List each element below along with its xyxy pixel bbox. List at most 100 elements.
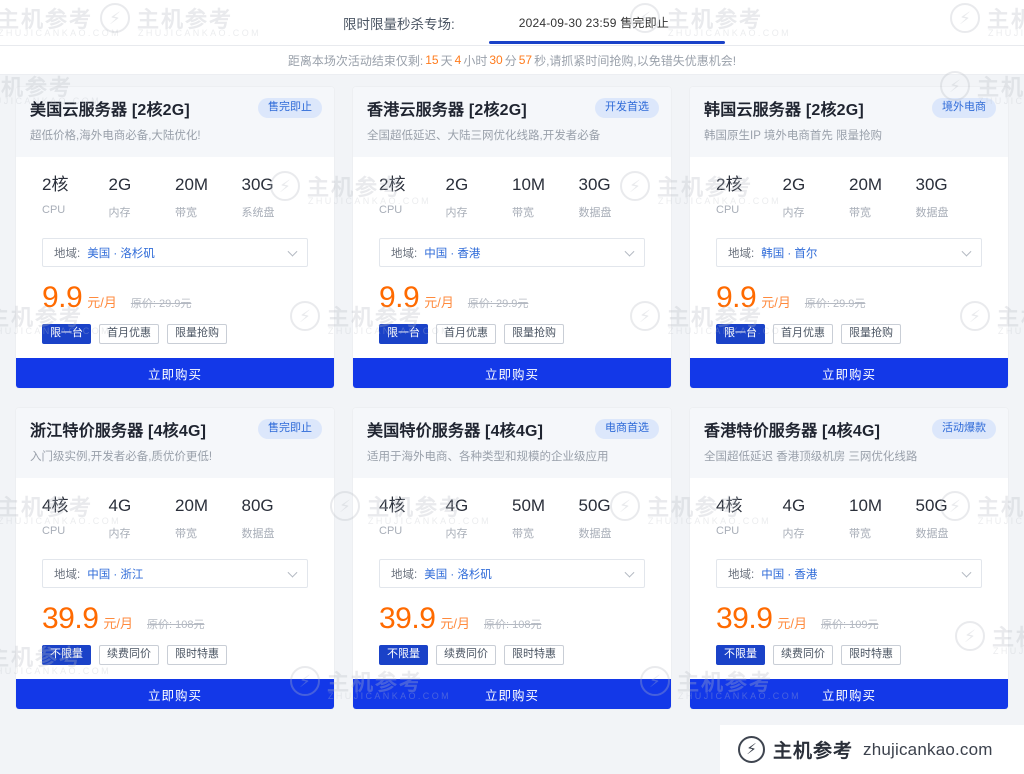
region-label: 地域: xyxy=(54,568,81,581)
spec-value: 80G xyxy=(241,495,274,515)
countdown-hours: 4 xyxy=(454,53,462,67)
tab-label: 2024-09-30 23:59 售完即止 xyxy=(518,16,670,30)
spec-cell: 2核 CPU xyxy=(379,175,446,221)
chevron-down-icon xyxy=(624,246,635,257)
spec-cell: 80G 数据盘 xyxy=(242,496,309,542)
spec-cell: 2核 CPU xyxy=(716,175,783,221)
product-card: 韩国云服务器 [2核2G] 韩国原生IP 境外电商首先 限量抢购 境外电商 2核… xyxy=(690,87,1008,389)
spec-cell: 4核 CPU xyxy=(42,496,109,542)
countdown-minutes-unit: 分 xyxy=(504,53,517,68)
product-tag[interactable]: 续费同价 xyxy=(99,645,159,666)
countdown-suffix: ,请抓紧时间抢购,以免错失优惠机会! xyxy=(546,53,737,68)
product-tag[interactable]: 限时特惠 xyxy=(504,645,564,666)
product-tag[interactable]: 续费同价 xyxy=(436,645,496,666)
price-amount: 39.9 xyxy=(42,602,99,636)
spec-value: 20M xyxy=(849,174,883,194)
region-select[interactable]: 地域: 美国 · 洛杉矶 xyxy=(42,238,308,268)
spec-value: 4G xyxy=(445,495,469,515)
spec-list: 2核 CPU 2G 内存 10M 带宽 30G 数据盘 xyxy=(367,171,657,221)
spec-label: 数据盘 xyxy=(915,528,949,541)
product-tag[interactable]: 限一台 xyxy=(716,324,765,345)
price-amount: 9.9 xyxy=(716,281,757,315)
product-subtitle: 韩国原生IP 境外电商首先 限量抢购 xyxy=(704,130,883,143)
region-select[interactable]: 地域: 韩国 · 首尔 xyxy=(716,238,982,268)
status-badge: 开发首选 xyxy=(595,98,659,118)
spec-cell: 2G 内存 xyxy=(446,175,513,221)
spec-value: 2核 xyxy=(379,174,406,194)
spec-cell: 50G 数据盘 xyxy=(579,496,646,542)
price-amount: 39.9 xyxy=(379,602,436,636)
spec-cell: 2G 内存 xyxy=(783,175,850,221)
region-select[interactable]: 地域: 中国 · 香港 xyxy=(716,559,982,589)
original-price: 原价: 29.9元 xyxy=(804,298,866,311)
spec-label: 内存 xyxy=(445,528,468,541)
price-unit: 元/月 xyxy=(440,616,471,632)
card-header: 香港特价服务器 [4核4G] 全国超低延迟 香港顶级机房 三网优化线路 活动爆款 xyxy=(690,408,1008,478)
promo-label: 限时限量秒杀专场: xyxy=(342,16,455,32)
chevron-down-icon xyxy=(624,567,635,578)
product-tag[interactable]: 限一台 xyxy=(379,324,428,345)
spec-label: 内存 xyxy=(108,207,131,220)
buy-now-button[interactable]: 立即购买 xyxy=(16,358,334,389)
product-tag[interactable]: 限量抢购 xyxy=(841,324,901,345)
product-tag[interactable]: 限量抢购 xyxy=(504,324,564,345)
spec-label: 数据盘 xyxy=(578,207,612,220)
card-body: 4核 CPU 4G 内存 50M 带宽 50G 数据盘 地域: 美国 · 洛杉矶… xyxy=(353,477,671,680)
product-tag[interactable]: 限一台 xyxy=(42,324,91,345)
region-label: 地域: xyxy=(728,247,755,260)
region-label: 地域: xyxy=(391,568,418,581)
card-body: 2核 CPU 2G 内存 20M 带宽 30G 数据盘 地域: 韩国 · 首尔 … xyxy=(690,156,1008,359)
price-unit: 元/月 xyxy=(424,295,454,311)
spec-label: CPU xyxy=(42,204,66,217)
product-tag[interactable]: 限量抢购 xyxy=(167,324,227,345)
product-tag[interactable]: 限时特惠 xyxy=(841,645,901,666)
spec-label: 带宽 xyxy=(175,207,197,220)
product-tag[interactable]: 首月优惠 xyxy=(436,324,496,345)
product-tag[interactable]: 续费同价 xyxy=(773,645,833,666)
spec-value: 20M xyxy=(175,174,209,194)
spec-label: 带宽 xyxy=(849,207,871,220)
spec-list: 2核 CPU 2G 内存 20M 带宽 30G 系统盘 xyxy=(30,171,320,221)
buy-now-button[interactable]: 立即购买 xyxy=(16,679,334,710)
spec-value: 4G xyxy=(108,495,132,515)
brand-name-cn: 主机参考 xyxy=(773,741,854,762)
countdown-hours-unit: 小时 xyxy=(463,53,488,68)
card-body: 4核 CPU 4G 内存 20M 带宽 80G 数据盘 地域: 中国 · 浙江 … xyxy=(16,477,334,680)
spec-cell: 20M 带宽 xyxy=(175,175,242,221)
spec-cell: 4G 内存 xyxy=(783,496,850,542)
spec-value: 20M xyxy=(175,495,209,515)
spec-value: 2G xyxy=(445,174,469,194)
spec-list: 2核 CPU 2G 内存 20M 带宽 30G 数据盘 xyxy=(704,171,994,221)
price-row: 39.9 元/月 原价: 108元 xyxy=(42,604,308,634)
chevron-down-icon xyxy=(287,567,298,578)
region-select[interactable]: 地域: 中国 · 香港 xyxy=(379,238,645,268)
product-tag[interactable]: 限时特惠 xyxy=(167,645,227,666)
region-select[interactable]: 地域: 中国 · 浙江 xyxy=(42,559,308,589)
product-subtitle: 全国超低延迟、大陆三网优化线路,开发者必备 xyxy=(367,130,601,143)
product-tag[interactable]: 不限量 xyxy=(716,645,765,666)
spec-label: 数据盘 xyxy=(915,207,949,220)
buy-now-button[interactable]: 立即购买 xyxy=(690,679,1008,710)
product-tag[interactable]: 不限量 xyxy=(42,645,91,666)
spec-label: 数据盘 xyxy=(241,528,275,541)
spec-cell: 2G 内存 xyxy=(109,175,176,221)
region-select[interactable]: 地域: 美国 · 洛杉矶 xyxy=(379,559,645,589)
brand-logo-icon: ⚡ xyxy=(738,736,765,763)
chevron-down-icon xyxy=(287,246,298,257)
spec-label: CPU xyxy=(379,204,403,217)
tab-session-2024-09-30[interactable]: 2024-09-30 23:59 售完即止 xyxy=(488,0,726,46)
product-tag[interactable]: 首月优惠 xyxy=(773,324,833,345)
spec-value: 50G xyxy=(915,495,948,515)
spec-label: 带宽 xyxy=(512,528,534,541)
buy-now-button[interactable]: 立即购买 xyxy=(353,679,671,710)
card-header: 浙江特价服务器 [4核4G] 入门级实例,开发者必备,质优价更低! 售完即止 xyxy=(16,408,334,478)
region-value: 中国 · 香港 xyxy=(424,247,481,260)
buy-now-button[interactable]: 立即购买 xyxy=(353,358,671,389)
spec-value: 30G xyxy=(915,174,948,194)
buy-now-button[interactable]: 立即购买 xyxy=(690,358,1008,389)
status-badge: 电商首选 xyxy=(595,419,659,440)
product-tag[interactable]: 不限量 xyxy=(379,645,428,666)
product-card: 美国特价服务器 [4核4G] 适用于海外电商、各种类型和规模的企业级应用 电商首… xyxy=(353,408,671,710)
spec-value: 50M xyxy=(512,495,546,515)
product-tag[interactable]: 首月优惠 xyxy=(99,324,159,345)
